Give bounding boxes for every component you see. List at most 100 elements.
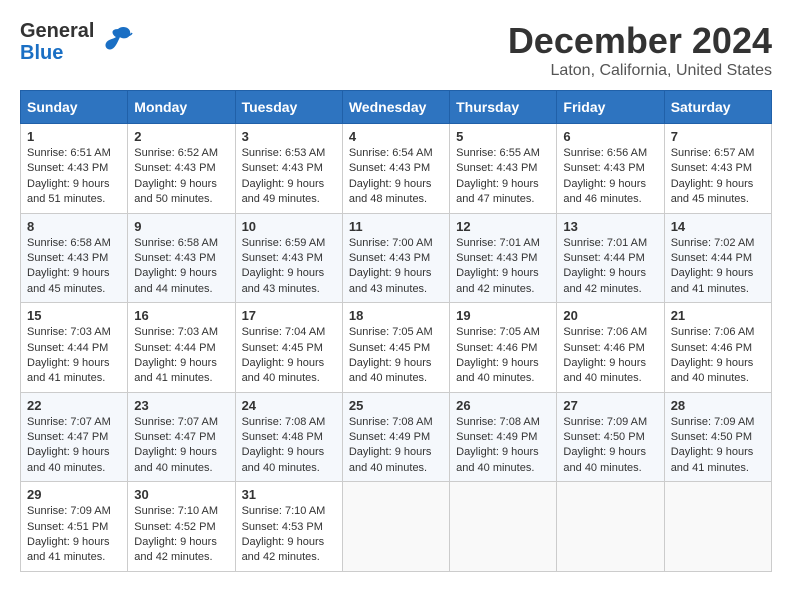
day-number: 15 [27,308,121,323]
calendar-cell: 13Sunrise: 7:01 AM Sunset: 4:44 PM Dayli… [557,213,664,303]
day-number: 21 [671,308,765,323]
calendar-cell: 3Sunrise: 6:53 AM Sunset: 4:43 PM Daylig… [235,124,342,214]
day-info: Sunrise: 7:08 AM Sunset: 4:49 PM Dayligh… [349,415,443,477]
calendar-cell [664,482,771,572]
calendar-cell: 4 Sunrise: 6:54 AM Sunset: 4:43 PM Daylig… [342,124,449,214]
day-number: 13 [563,219,657,234]
logo: General Blue [20,20,136,64]
day-info: Sunrise: 6:54 AM Sunset: 4:43 PM Dayligh… [349,146,443,208]
calendar-cell: 25 Sunrise: 7:08 AM Sunset: 4:49 PM Dayli… [342,392,449,482]
day-number: 11 [349,219,443,234]
day-number: 28 [671,398,765,413]
logo-bird-icon [100,21,136,64]
calendar-cell: 1 Sunrise: 6:51 AM Sunset: 4:43 PM Daylig… [21,124,128,214]
calendar-cell: 12 Sunrise: 7:01 AM Sunset: 4:43 PM Dayli… [450,213,557,303]
main-title: December 2024 [508,20,772,62]
day-number: 25 [349,398,443,413]
calendar-cell: 10Sunrise: 6:59 AM Sunset: 4:43 PM Dayli… [235,213,342,303]
calendar-cell: 6Sunrise: 6:56 AM Sunset: 4:43 PM Daylig… [557,124,664,214]
day-number: 16 [134,308,228,323]
logo-text-general: General [20,20,94,42]
day-number: 5 [456,129,550,144]
day-info: Sunrise: 6:52 AM Sunset: 4:43 PM Dayligh… [134,146,228,208]
day-number: 29 [27,487,121,502]
day-info: Sunrise: 7:02 AM Sunset: 4:44 PM Dayligh… [671,236,765,298]
calendar-week-row: 1 Sunrise: 6:51 AM Sunset: 4:43 PM Daylig… [21,124,772,214]
day-info: Sunrise: 7:09 AM Sunset: 4:50 PM Dayligh… [563,415,657,477]
day-number: 6 [563,129,657,144]
day-number: 26 [456,398,550,413]
calendar-cell: 8Sunrise: 6:58 AM Sunset: 4:43 PM Daylig… [21,213,128,303]
calendar-cell: 27 Sunrise: 7:09 AM Sunset: 4:50 PM Dayli… [557,392,664,482]
day-number: 31 [242,487,336,502]
day-info: Sunrise: 7:03 AM Sunset: 4:44 PM Dayligh… [27,325,121,387]
calendar-header-monday: Monday [128,91,235,124]
day-number: 17 [242,308,336,323]
calendar-cell: 22 Sunrise: 7:07 AM Sunset: 4:47 PM Dayli… [21,392,128,482]
day-info: Sunrise: 7:06 AM Sunset: 4:46 PM Dayligh… [563,325,657,387]
day-info: Sunrise: 7:05 AM Sunset: 4:45 PM Dayligh… [349,325,443,387]
page-header: General Blue December 2024 Laton, Califo… [20,20,772,80]
day-info: Sunrise: 7:04 AM Sunset: 4:45 PM Dayligh… [242,325,336,387]
sub-title: Laton, California, United States [508,62,772,80]
calendar-week-row: 29Sunrise: 7:09 AM Sunset: 4:51 PM Dayli… [21,482,772,572]
calendar-cell: 17 Sunrise: 7:04 AM Sunset: 4:45 PM Dayli… [235,303,342,393]
calendar-cell: 21 Sunrise: 7:06 AM Sunset: 4:46 PM Dayli… [664,303,771,393]
day-number: 27 [563,398,657,413]
calendar-cell: 19Sunrise: 7:05 AM Sunset: 4:46 PM Dayli… [450,303,557,393]
day-info: Sunrise: 7:07 AM Sunset: 4:47 PM Dayligh… [134,415,228,477]
calendar-header-friday: Friday [557,91,664,124]
day-number: 22 [27,398,121,413]
day-number: 19 [456,308,550,323]
day-number: 10 [242,219,336,234]
calendar-cell: 11 Sunrise: 7:00 AM Sunset: 4:43 PM Dayli… [342,213,449,303]
calendar-cell: 29Sunrise: 7:09 AM Sunset: 4:51 PM Dayli… [21,482,128,572]
calendar-cell: 7 Sunrise: 6:57 AM Sunset: 4:43 PM Daylig… [664,124,771,214]
day-number: 23 [134,398,228,413]
calendar-cell: 9 Sunrise: 6:58 AM Sunset: 4:43 PM Daylig… [128,213,235,303]
day-info: Sunrise: 6:58 AM Sunset: 4:43 PM Dayligh… [134,236,228,298]
day-info: Sunrise: 7:06 AM Sunset: 4:46 PM Dayligh… [671,325,765,387]
day-number: 7 [671,129,765,144]
day-info: Sunrise: 7:10 AM Sunset: 4:53 PM Dayligh… [242,504,336,566]
day-number: 12 [456,219,550,234]
day-number: 4 [349,129,443,144]
day-number: 9 [134,219,228,234]
day-info: Sunrise: 7:03 AM Sunset: 4:44 PM Dayligh… [134,325,228,387]
day-number: 2 [134,129,228,144]
calendar-cell: 15 Sunrise: 7:03 AM Sunset: 4:44 PM Dayli… [21,303,128,393]
calendar-header-tuesday: Tuesday [235,91,342,124]
day-info: Sunrise: 7:07 AM Sunset: 4:47 PM Dayligh… [27,415,121,477]
calendar-cell [342,482,449,572]
day-info: Sunrise: 6:55 AM Sunset: 4:43 PM Dayligh… [456,146,550,208]
calendar-header-sunday: Sunday [21,91,128,124]
day-info: Sunrise: 7:08 AM Sunset: 4:48 PM Dayligh… [242,415,336,477]
day-info: Sunrise: 7:01 AM Sunset: 4:43 PM Dayligh… [456,236,550,298]
calendar-cell: 16 Sunrise: 7:03 AM Sunset: 4:44 PM Dayli… [128,303,235,393]
day-number: 1 [27,129,121,144]
calendar-header-row: SundayMondayTuesdayWednesdayThursdayFrid… [21,91,772,124]
calendar-cell [557,482,664,572]
title-area: December 2024 Laton, California, United … [508,20,772,80]
calendar-header-saturday: Saturday [664,91,771,124]
calendar-week-row: 15 Sunrise: 7:03 AM Sunset: 4:44 PM Dayli… [21,303,772,393]
calendar-table: SundayMondayTuesdayWednesdayThursdayFrid… [20,90,772,572]
day-info: Sunrise: 7:00 AM Sunset: 4:43 PM Dayligh… [349,236,443,298]
day-number: 20 [563,308,657,323]
day-info: Sunrise: 6:57 AM Sunset: 4:43 PM Dayligh… [671,146,765,208]
calendar-cell: 5 Sunrise: 6:55 AM Sunset: 4:43 PM Daylig… [450,124,557,214]
day-info: Sunrise: 6:58 AM Sunset: 4:43 PM Dayligh… [27,236,121,298]
calendar-cell [450,482,557,572]
calendar-header-wednesday: Wednesday [342,91,449,124]
day-info: Sunrise: 7:09 AM Sunset: 4:50 PM Dayligh… [671,415,765,477]
day-info: Sunrise: 6:51 AM Sunset: 4:43 PM Dayligh… [27,146,121,208]
calendar-cell: 28 Sunrise: 7:09 AM Sunset: 4:50 PM Dayli… [664,392,771,482]
calendar-cell: 26Sunrise: 7:08 AM Sunset: 4:49 PM Dayli… [450,392,557,482]
calendar-week-row: 8Sunrise: 6:58 AM Sunset: 4:43 PM Daylig… [21,213,772,303]
day-number: 14 [671,219,765,234]
calendar-cell: 20 Sunrise: 7:06 AM Sunset: 4:46 PM Dayli… [557,303,664,393]
day-info: Sunrise: 7:10 AM Sunset: 4:52 PM Dayligh… [134,504,228,566]
calendar-cell: 24Sunrise: 7:08 AM Sunset: 4:48 PM Dayli… [235,392,342,482]
calendar-header-thursday: Thursday [450,91,557,124]
calendar-week-row: 22 Sunrise: 7:07 AM Sunset: 4:47 PM Dayli… [21,392,772,482]
